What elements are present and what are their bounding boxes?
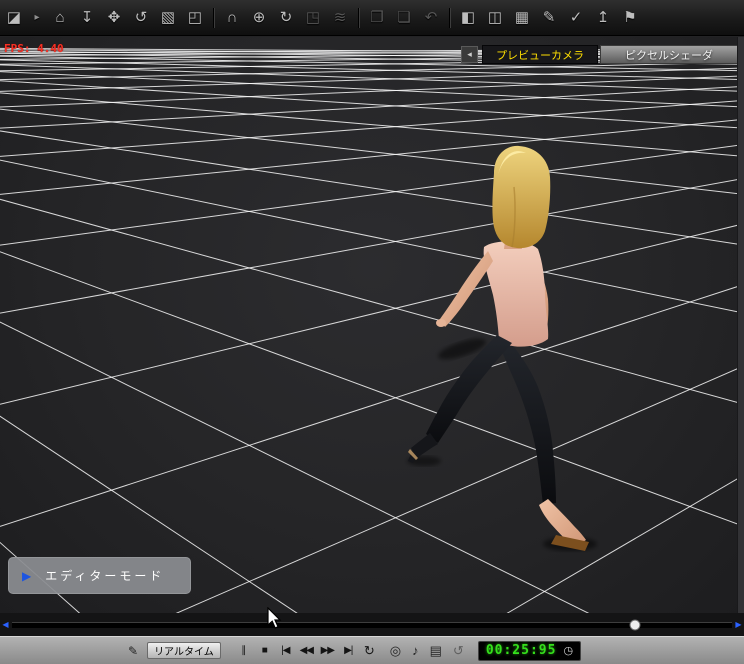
ground-grid <box>0 47 744 613</box>
viewport-tabs: ◂ プレビューカメラ ピクセルシェーダ <box>461 45 738 64</box>
rewind-button[interactable]: ◀◀ <box>296 645 317 656</box>
viewport-3d[interactable]: FPS: 4.40 ◂ プレビューカメラ ピクセルシェーダ ▶ エディターモード <box>0 37 744 613</box>
timeline-right-arrow-icon[interactable]: ▶ <box>734 620 743 629</box>
viewport-layout-icon[interactable]: ◧ <box>459 10 477 25</box>
camera-tab[interactable]: プレビューカメラ <box>482 45 598 64</box>
zoom-tool-button[interactable]: ◎ <box>390 643 401 659</box>
copy-icon[interactable]: ❐ <box>368 10 386 25</box>
pen-icon[interactable]: ✎ <box>128 644 138 658</box>
scale-icon[interactable]: ◰ <box>186 10 204 25</box>
play-triangle-icon: ▶ <box>22 568 32 583</box>
shader-tab[interactable]: ピクセルシェーダ <box>600 45 738 64</box>
time-digits: 00:25:95 <box>485 643 557 658</box>
paint-icon[interactable]: ✎ <box>540 10 558 25</box>
clock-icon: ◷ <box>563 645 574 657</box>
check-icon[interactable]: ✓ <box>567 10 585 25</box>
toolbar-separator <box>358 7 359 28</box>
transport-bar: ✎ リアルタイム ∥ ■ |◀ ◀◀ ▶▶ ▶| ↻ ◎ ♪ ▤ ↺ 00:25… <box>0 636 744 664</box>
texture-view-icon[interactable]: ▦ <box>513 10 531 25</box>
history-icon[interactable]: ↶ <box>422 10 440 25</box>
keyboard-tool-button[interactable]: ▤ <box>430 643 442 659</box>
translate-tool-icon[interactable]: ⊕ <box>250 10 268 25</box>
note-tool-button[interactable]: ♪ <box>412 643 419 658</box>
cube-icon[interactable]: ▧ <box>159 10 177 25</box>
time-display: 00:25:95 ◷ <box>477 640 582 661</box>
move-icon[interactable]: ✥ <box>105 10 123 25</box>
snapshot-icon[interactable]: ◪ <box>5 10 23 25</box>
home-icon[interactable]: ⌂ <box>51 10 69 25</box>
fps-counter: FPS: 4.40 <box>4 42 64 55</box>
tab-collapse-button[interactable]: ◂ <box>461 46 478 63</box>
flag-icon[interactable]: ⚑ <box>621 10 639 25</box>
main-toolbar: ◪ ▸ ⌂ ↧ ✥ ↺ ▧ ◰ ∩ ⊕ ↻ ◳ ≋ ❐ ❏ ↶ ◧ ◫ ▦ ✎ … <box>0 0 744 36</box>
paste-icon[interactable]: ❏ <box>395 10 413 25</box>
timeline-handle[interactable] <box>629 619 641 631</box>
stop-button[interactable]: ■ <box>254 645 275 656</box>
scale-tool-icon[interactable]: ◳ <box>304 10 322 25</box>
import-icon[interactable]: ↧ <box>78 10 96 25</box>
editor-mode-button[interactable]: ▶ エディターモード <box>8 557 191 594</box>
fast-forward-button[interactable]: ▶▶ <box>317 645 338 656</box>
timeline-left-arrow-icon[interactable]: ◀ <box>1 620 10 629</box>
app-window: ◪ ▸ ⌂ ↧ ✥ ↺ ▧ ◰ ∩ ⊕ ↻ ◳ ≋ ❐ ❏ ↶ ◧ ◫ ▦ ✎ … <box>0 0 744 664</box>
rotate-icon[interactable]: ↺ <box>132 10 150 25</box>
timeline-track[interactable] <box>12 619 732 631</box>
loop-button[interactable]: ↻ <box>359 643 380 659</box>
toolbar-separator <box>213 7 214 28</box>
rotate-tool-icon[interactable]: ↻ <box>277 10 295 25</box>
magnet-icon[interactable]: ∩ <box>223 10 241 25</box>
realtime-button[interactable]: リアルタイム <box>147 642 221 659</box>
undo-button[interactable]: ↺ <box>453 643 464 659</box>
mirror-tool-icon[interactable]: ≋ <box>331 10 349 25</box>
timeline: ◀ ▶ <box>0 613 744 636</box>
camera-view-icon[interactable]: ◫ <box>486 10 504 25</box>
skip-end-button[interactable]: ▶| <box>338 645 359 656</box>
editor-mode-label: エディターモード <box>45 569 165 583</box>
toolbar-separator <box>449 7 450 28</box>
viewport-scrollbar[interactable] <box>737 37 744 613</box>
menu-caret-icon[interactable]: ▸ <box>32 12 42 23</box>
pause-button[interactable]: ∥ <box>233 645 254 656</box>
skip-start-button[interactable]: |◀ <box>275 645 296 656</box>
export-icon[interactable]: ↥ <box>594 10 612 25</box>
transport-tools: ◎ ♪ ▤ ↺ <box>390 643 464 659</box>
